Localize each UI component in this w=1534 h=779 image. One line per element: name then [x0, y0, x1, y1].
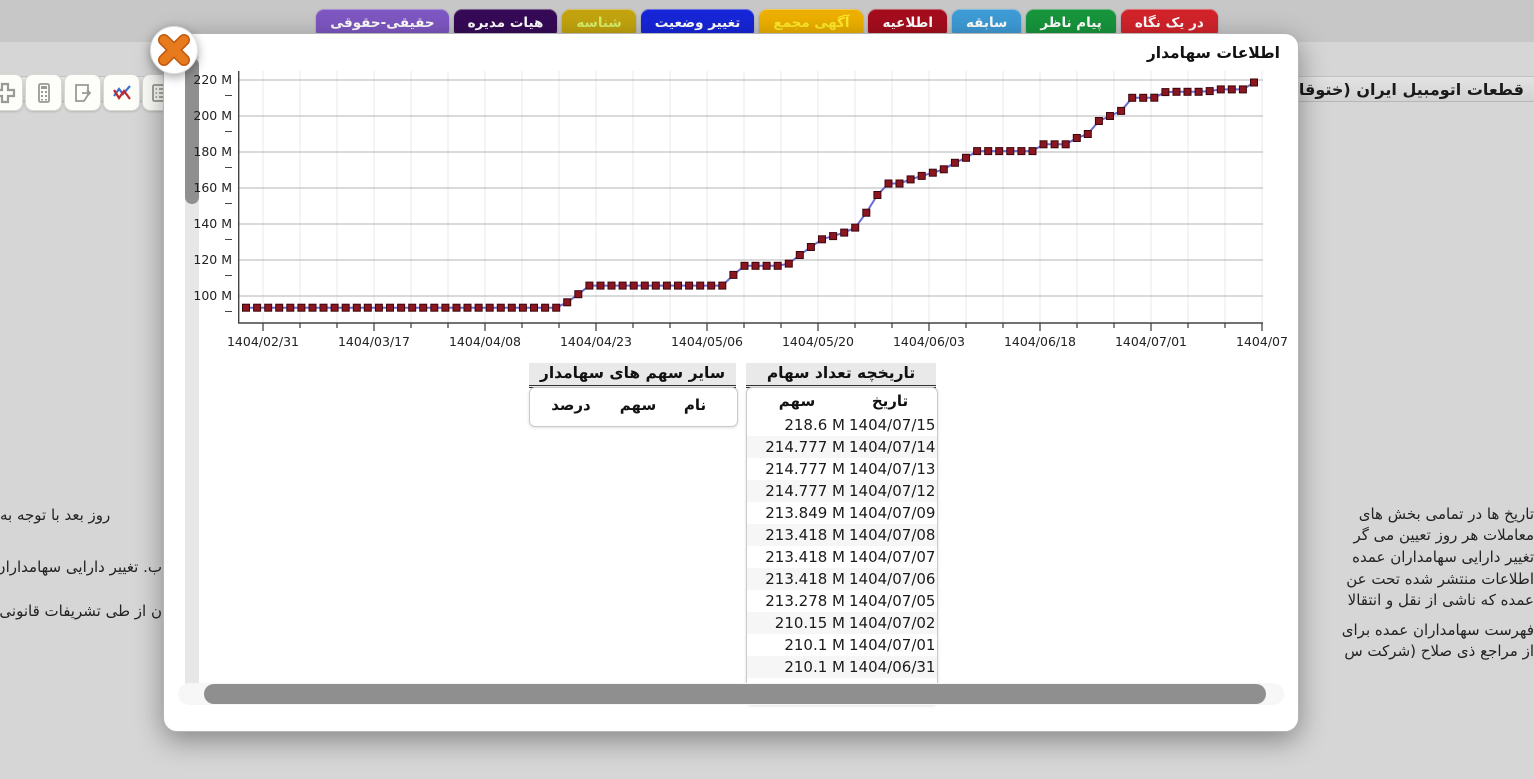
info-bullet-list: تاریخ ها در تمامی بخش های معاملات هر روز …: [1288, 0, 1534, 779]
chart-plot: [238, 71, 1263, 333]
close-icon: [149, 25, 199, 75]
share-value: 213.849 M: [747, 504, 845, 522]
bullet-text: اطلاعات منتشر شده تحت عن: [1300, 570, 1534, 588]
share-date: 1404/07/09: [845, 504, 933, 522]
calculator-button[interactable]: [25, 74, 62, 111]
x-axis-label: 1404/05/06: [661, 334, 753, 349]
x-axis-label: 1404/06/03: [883, 334, 975, 349]
chart-icon: [111, 82, 133, 104]
other-col-1: سهم: [607, 396, 669, 414]
y-axis-label: 140 M: [188, 216, 232, 246]
other-shares-table-header: نامسهمدرصد: [530, 388, 737, 422]
share-value: 210.1 M: [747, 658, 845, 676]
table-row: 214.777 M1404/07/12: [747, 480, 937, 502]
share-date: 1404/07/13: [845, 460, 933, 478]
history-table-header: سهمتاریخ: [747, 388, 937, 414]
table-row: 210.1 M1404/06/31: [747, 656, 937, 678]
x-axis-label: 1404/04/23: [550, 334, 642, 349]
other-col-2: درصد: [535, 396, 607, 414]
share-history-chart: 220 M 200 M 180 M 160 M 140 M 120 M 100 M 1404…: [164, 34, 1298, 364]
page: در یک نگاهپیام ناظرسابقهاطلاعیهآگهی مجمع…: [0, 0, 1534, 779]
y-axis-label: 220 M: [188, 72, 232, 102]
bullet-text: عمده که ناشی از نقل و انتقالا: [1300, 591, 1534, 609]
other-shares-table: نامسهمدرصد: [529, 387, 738, 427]
x-axis-label: 1404/07/01: [1105, 334, 1197, 349]
share-date: 1404/07/05: [845, 592, 933, 610]
bullet-text: فهرست سهامداران عمده برای: [1300, 621, 1534, 639]
history-col-date: تاریخ: [847, 392, 933, 410]
x-axis-label: 1404/02/31: [217, 334, 309, 349]
export-note-button[interactable]: [64, 74, 101, 111]
share-value: 214.777 M: [747, 460, 845, 478]
background-text: ب. تغییر دارایی سهامداران: [0, 558, 162, 576]
table-row: 218.6 M1404/07/15: [747, 414, 937, 436]
share-date: 1404/07/14: [845, 438, 933, 456]
bullet-text: از مراجع ذی صلاح (شرکت س: [1300, 642, 1534, 660]
table-row: 210.1 M1404/07/01: [747, 634, 937, 656]
share-value: 214.777 M: [747, 482, 845, 500]
share-date: 1404/07/12: [845, 482, 933, 500]
share-value: 210.15 M: [747, 614, 845, 632]
table-row: 214.777 M1404/07/14: [747, 436, 937, 458]
shareholder-info-modal: اطلاعات سهامدار 220 M200 M180 M160 M140 …: [163, 33, 1299, 732]
table-row: 213.418 M1404/07/07: [747, 546, 937, 568]
other-shares-table-title: سایر سهم های سهامدار عمده: [529, 363, 736, 388]
table-row: 213.278 M1404/07/05: [747, 590, 937, 612]
y-axis-label: 100 M: [188, 288, 232, 318]
close-button[interactable]: [149, 25, 199, 75]
x-axis-label: 1404/06/18: [994, 334, 1086, 349]
table-row: 213.418 M1404/07/08: [747, 524, 937, 546]
x-axis-label: 1404/05/20: [772, 334, 864, 349]
share-value: 213.418 M: [747, 548, 845, 566]
y-axis-label: 120 M: [188, 252, 232, 282]
x-axis-label: 1404/07: [1216, 334, 1299, 349]
chart-button[interactable]: [103, 74, 140, 111]
share-date: 1404/07/02: [845, 614, 933, 632]
history-table: سهمتاریخ 218.6 M1404/07/15214.777 M1404/…: [746, 387, 938, 705]
toolbar: [0, 74, 179, 112]
y-axis-label: 160 M: [188, 180, 232, 210]
background-text: ن از طی تشریفات قانونی: [0, 602, 162, 620]
share-date: 1404/07/07: [845, 548, 933, 566]
table-row: 213.418 M1404/07/06: [747, 568, 937, 590]
horizontal-scrollbar-thumb[interactable]: [204, 684, 1266, 704]
history-table-title: تاریخچه تعداد سهام: [746, 363, 936, 388]
add-button[interactable]: [0, 74, 23, 111]
export-note-icon: [72, 82, 94, 104]
calculator-icon: [33, 82, 55, 104]
share-value: 213.278 M: [747, 592, 845, 610]
table-row: 214.777 M1404/07/13: [747, 458, 937, 480]
table-row: 210.15 M1404/07/02: [747, 612, 937, 634]
bullet-text: معاملات هر روز تعیین می گر: [1300, 526, 1534, 544]
share-value: 214.777 M: [747, 438, 845, 456]
share-date: 1404/07/08: [845, 526, 933, 544]
share-value: 210.1 M: [747, 636, 845, 654]
share-date: 1404/07/01: [845, 636, 933, 654]
y-axis-label: 180 M: [188, 144, 232, 174]
history-col-share: سهم: [747, 392, 847, 410]
share-date: 1404/07/15: [845, 416, 933, 434]
bullet-text: تاریخ ها در تمامی بخش های: [1300, 505, 1534, 523]
bullet-text: تغییر دارایی سهامداران عمده: [1300, 548, 1534, 566]
table-row: 213.849 M1404/07/09: [747, 502, 937, 524]
x-axis-label: 1404/04/08: [439, 334, 531, 349]
x-axis-label: 1404/03/17: [328, 334, 420, 349]
y-axis-label: 200 M: [188, 108, 232, 138]
other-col-0: نام: [669, 396, 721, 414]
share-value: 213.418 M: [747, 526, 845, 544]
background-text: روز بعد با توجه به: [0, 506, 162, 524]
history-table-rows: 218.6 M1404/07/15214.777 M1404/07/14214.…: [747, 414, 937, 700]
share-date: 1404/07/06: [845, 570, 933, 588]
share-value: 218.6 M: [747, 416, 845, 434]
add-icon: [0, 82, 16, 104]
share-value: 213.418 M: [747, 570, 845, 588]
share-date: 1404/06/31: [845, 658, 933, 676]
